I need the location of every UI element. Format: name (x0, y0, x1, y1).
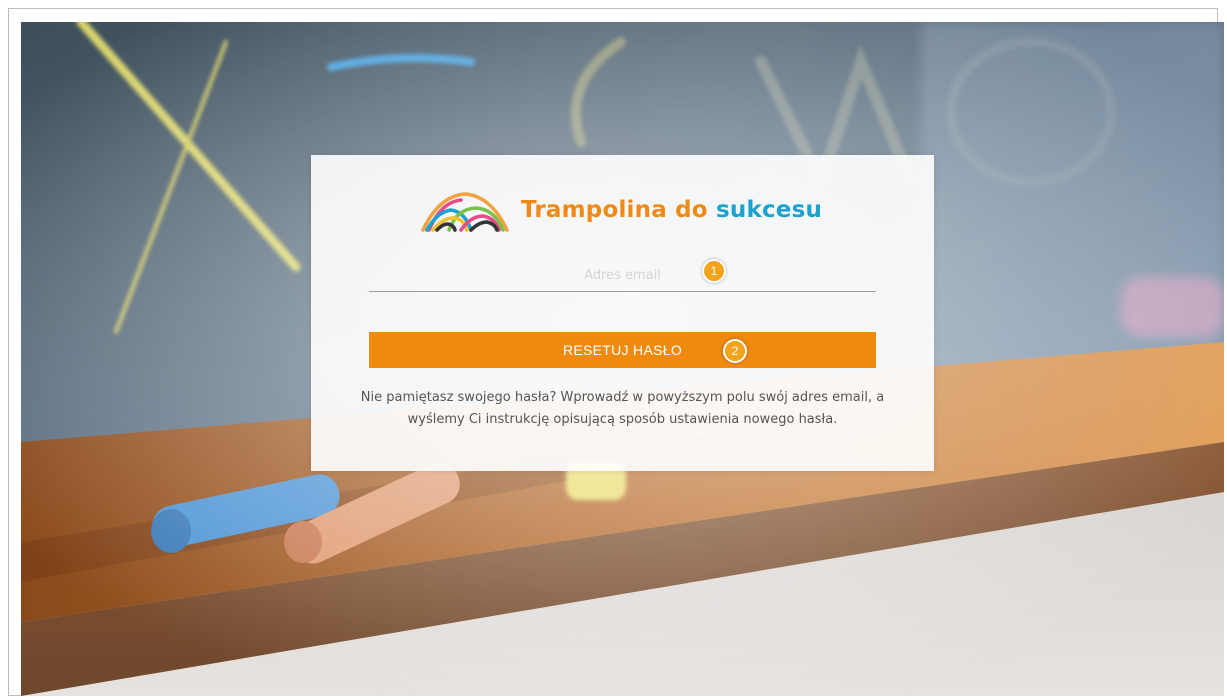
annotation-marker-2: 2 (723, 339, 747, 363)
rainbow-arches-logo-icon (421, 192, 509, 232)
annotation-marker-1: 1 (702, 259, 726, 283)
brand-word-trampolina: Trampolina do (521, 197, 708, 223)
email-input[interactable] (369, 259, 876, 291)
reset-password-button[interactable]: RESETUJ HASŁO (369, 332, 876, 368)
help-text: Nie pamiętasz swojego hasła? Wprowadź w … (360, 390, 885, 427)
brand-name: Trampolina do sukcesu (521, 197, 822, 223)
brand-word-sukcesu: sukcesu (716, 197, 823, 223)
brand-header: Trampolina do sukcesu (419, 185, 822, 235)
email-field-wrapper (369, 259, 876, 292)
reset-password-card: Trampolina do sukcesu RESETUJ HASŁO Nie … (311, 155, 934, 471)
